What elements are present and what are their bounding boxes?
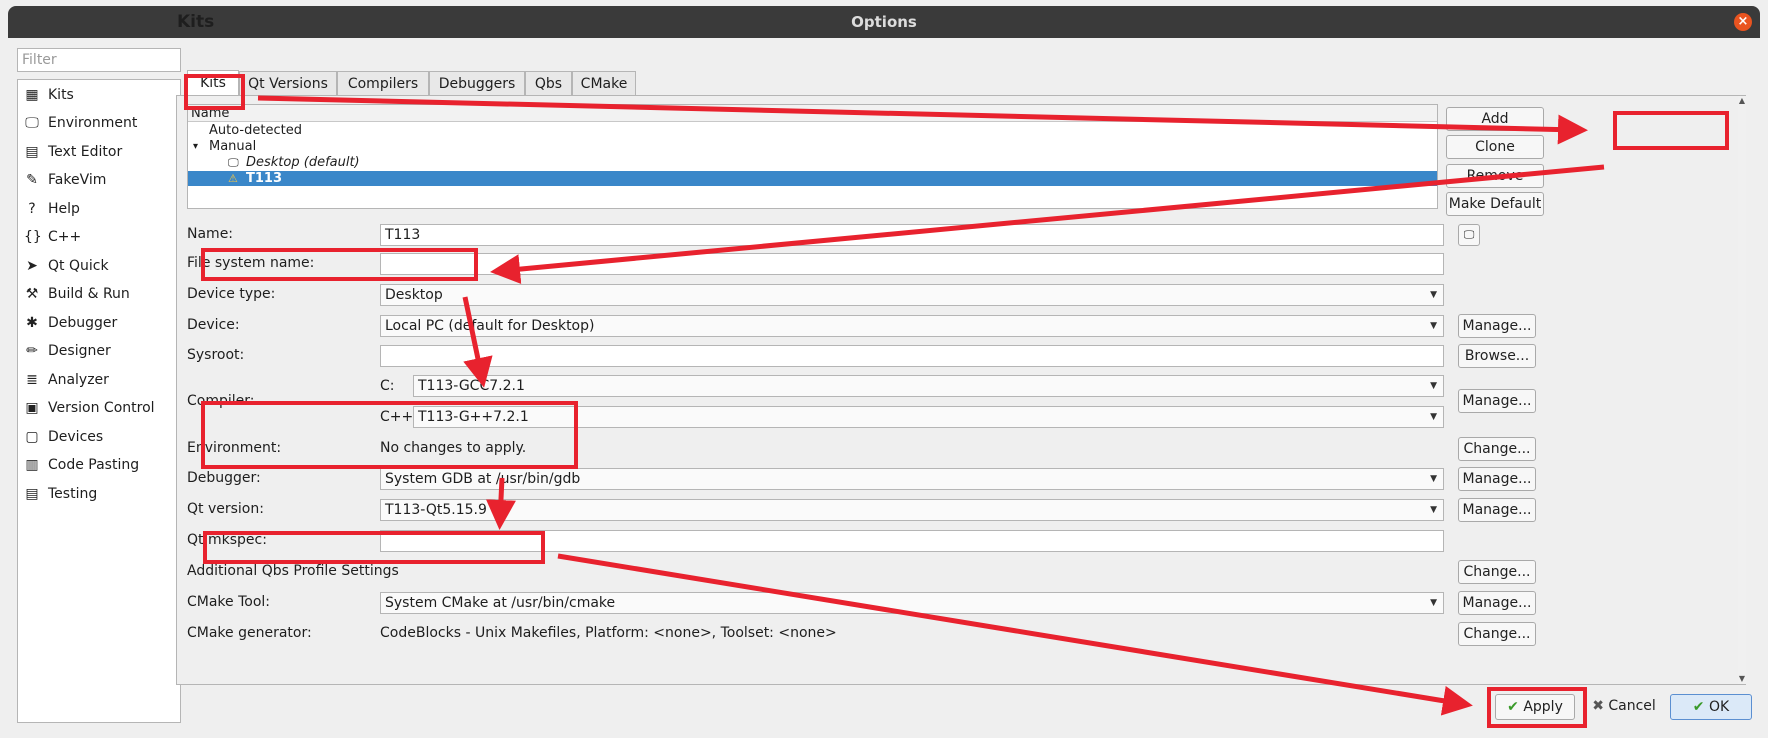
arrow-name-to-compiler xyxy=(462,296,493,388)
arrow-compiler-to-qt xyxy=(485,477,516,530)
annotation-arrows xyxy=(257,95,1605,716)
arrow-kits-to-add xyxy=(257,95,1588,145)
arrow-add-to-name xyxy=(490,164,1605,285)
arrow-qt-to-apply xyxy=(557,553,1473,716)
options-window: Options × Filter ▦ Kits 🖵 Environment ▤ … xyxy=(0,0,1768,738)
